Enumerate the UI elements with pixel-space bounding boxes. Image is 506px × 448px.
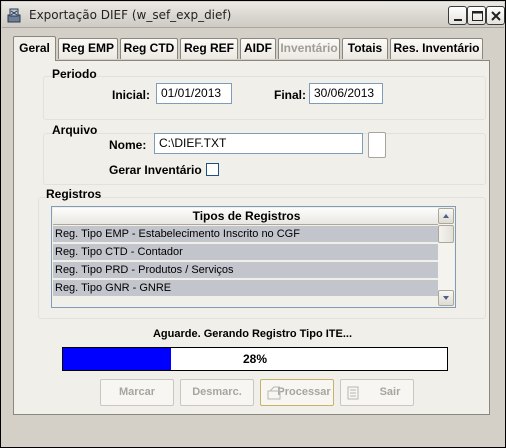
tab-panel-geral: Periodo Inicial: 01/01/2013 Final: 30/06… <box>13 60 490 415</box>
registros-heading: Registros <box>46 187 102 201</box>
vertical-scrollbar[interactable] <box>438 208 454 306</box>
scroll-up-button[interactable] <box>438 208 454 224</box>
column-header-tipos[interactable]: Tipos de Registros <box>53 208 440 225</box>
inicial-date-field[interactable]: 01/01/2013 <box>156 83 232 104</box>
close-button[interactable] <box>486 6 505 25</box>
scroll-thumb[interactable] <box>438 225 454 243</box>
scroll-up-icon <box>443 214 449 218</box>
final-date-field[interactable]: 30/06/2013 <box>309 83 383 104</box>
process-icon <box>267 386 281 400</box>
periodo-heading: Periodo <box>52 67 97 81</box>
minimize-button[interactable] <box>448 6 467 25</box>
window-title: Exportação DIEF (w_sef_exp_dief) <box>29 8 232 22</box>
registros-list[interactable]: Tipos de Registros Reg. Tipo EMP - Estab… <box>51 206 456 308</box>
gerar-inventario-label: Gerar Inventário <box>109 163 202 177</box>
main-window: Exportação DIEF (w_sef_exp_dief) Geral R… <box>0 0 506 448</box>
nome-label: Nome: <box>109 138 147 152</box>
list-item[interactable]: Reg. Tipo GNR - GNRE <box>53 280 440 297</box>
progress-label: 28% <box>242 352 268 366</box>
app-icon <box>7 8 21 23</box>
tab-reg-ctd[interactable]: Reg CTD <box>120 38 178 59</box>
status-message: Aguarde. Gerando Registro Tipo ITE... <box>152 328 353 340</box>
scroll-down-icon <box>443 296 449 300</box>
list-item[interactable]: Reg. Tipo EMP - Estabelecimento Inscrito… <box>53 226 440 243</box>
gerar-inventario-checkbox[interactable] <box>206 163 219 176</box>
maximize-button[interactable] <box>467 6 486 25</box>
list-item[interactable]: Reg. Tipo CTD - Contador <box>53 244 440 261</box>
tab-inventario: Inventário <box>278 38 340 59</box>
maximize-icon <box>472 11 483 21</box>
title-bar[interactable]: Exportação DIEF (w_sef_exp_dief) <box>2 2 505 28</box>
periodo-group <box>43 76 486 120</box>
marcar-button[interactable]: Marcar <box>100 379 174 406</box>
tab-res-inventario[interactable]: Res. Inventário <box>390 38 483 59</box>
minimize-icon <box>454 19 462 21</box>
sair-button[interactable]: Sair <box>340 379 414 406</box>
tab-reg-ref[interactable]: Reg REF <box>180 38 238 59</box>
close-icon <box>491 11 501 21</box>
arquivo-heading: Arquivo <box>52 123 98 137</box>
tab-aidf[interactable]: AIDF <box>240 38 276 59</box>
tab-totais[interactable]: Totais <box>342 38 388 59</box>
tab-reg-emp[interactable]: Reg EMP <box>58 38 118 59</box>
inicial-label: Inicial: <box>112 88 151 102</box>
nome-field[interactable]: C:\DIEF.TXT <box>154 133 363 154</box>
scroll-down-button[interactable] <box>438 290 454 306</box>
exit-icon <box>347 386 359 400</box>
desmarcar-button[interactable]: Desmarc. <box>180 379 254 406</box>
list-item[interactable]: Reg. Tipo PRD - Produtos / Serviços <box>53 262 440 279</box>
final-label: Final: <box>274 88 306 102</box>
tab-geral[interactable]: Geral <box>13 36 56 61</box>
progress-bar: 28% <box>62 347 448 371</box>
browse-file-button[interactable] <box>368 132 386 158</box>
processar-button[interactable]: Processar <box>260 379 334 406</box>
